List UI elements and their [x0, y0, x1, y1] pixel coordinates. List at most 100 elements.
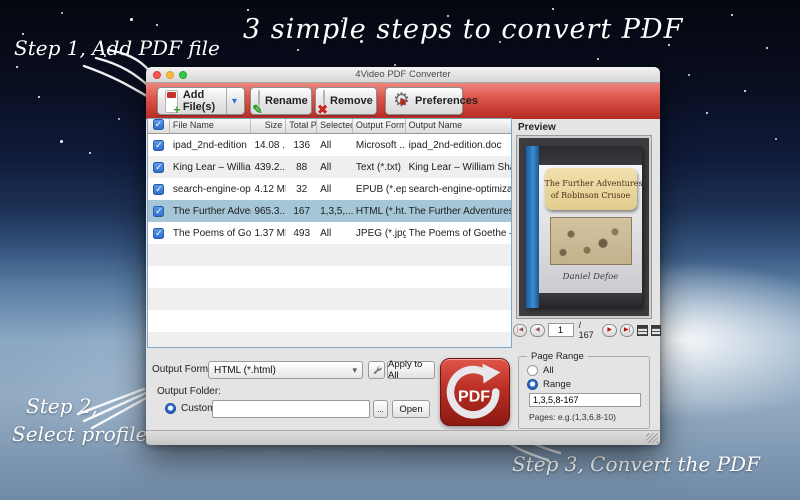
cell-size: 1.37 MB — [251, 228, 286, 239]
cell-format: Microsoft ... — [353, 140, 406, 151]
stars-bright — [0, 0, 3, 3]
header-checkbox-cell[interactable] — [148, 119, 170, 133]
preferences-button[interactable]: ⚙ Preferences — [385, 87, 463, 115]
table-row[interactable]: ipad_2nd-edition 14.08 ... 136 All Micro… — [148, 134, 511, 156]
page-range-group: Page Range All Range Pages: e.g.(1,3,6,8… — [518, 356, 650, 429]
cell-size: 965.3... — [251, 206, 286, 217]
gear-icon: ⚙ — [393, 90, 410, 112]
step2-annotation-line1: Step 2, — [26, 394, 98, 418]
wrench-icon — [371, 364, 383, 376]
cell-format: HTML (*.ht... — [353, 206, 406, 217]
preview-page: The Further Adventures of Robinson Cruso… — [526, 146, 642, 308]
pdf-file-rename-icon: ✎ — [258, 90, 260, 113]
page-layout-icon-1[interactable] — [637, 325, 648, 336]
cell-output: King Lear – William Shakes... — [406, 162, 511, 173]
row-checkbox[interactable] — [153, 228, 164, 239]
header-output-format[interactable]: Output Forma — [353, 119, 406, 133]
output-format-value: HTML (*.html) — [214, 365, 276, 376]
screenshot-stage: 3 simple steps to convert PDF Step 1, Ad… — [0, 0, 800, 500]
cell-pages: 88 — [286, 162, 317, 173]
page-range-range-option[interactable]: Range — [527, 379, 571, 390]
radio-all[interactable] — [527, 365, 538, 376]
table-header-row: File Name Size Total Pag Selected Output… — [148, 119, 511, 134]
cell-file-name: King Lear – William S... — [170, 162, 252, 173]
cell-format: JPEG (*.jpg) — [353, 228, 406, 239]
header-selected[interactable]: Selected — [317, 119, 353, 133]
preview-viewport: The Further Adventures of Robinson Cruso… — [517, 136, 651, 318]
page-range-all-option[interactable]: All — [527, 365, 554, 376]
cell-selected: All — [317, 228, 353, 239]
cross-icon: ✖ — [317, 103, 328, 116]
chevron-down-icon: ▾ — [232, 96, 237, 107]
remove-button[interactable]: ✖ Remove — [315, 87, 377, 115]
empty-row — [148, 288, 511, 310]
radio-range-label: Range — [543, 379, 571, 390]
page-range-input[interactable] — [529, 393, 641, 407]
pencil-icon: ✎ — [252, 103, 263, 116]
header-file-name[interactable]: File Name — [170, 119, 252, 133]
table-row[interactable]: King Lear – William S... 439.2... 88 All… — [148, 156, 511, 178]
book-author: Daniel Defoe — [563, 272, 619, 282]
cell-pages: 493 — [286, 228, 317, 239]
row-checkbox[interactable] — [153, 162, 164, 173]
add-files-button[interactable]: + Add File(s) ▾ — [157, 87, 245, 115]
row-checkbox[interactable] — [153, 206, 164, 217]
cell-output: ipad_2nd-edition.doc — [406, 140, 511, 151]
total-pages-label: / 167 — [579, 320, 598, 340]
cell-file-name: The Further Adventur... — [170, 206, 252, 217]
output-folder-input[interactable] — [212, 400, 370, 418]
plus-icon: + — [173, 103, 181, 116]
radio-range[interactable] — [527, 379, 538, 390]
radio-customize[interactable] — [165, 403, 176, 414]
output-format-dropdown[interactable]: HTML (*.html) ▾ — [208, 361, 363, 379]
step2-annotation-line2: Select profile — [12, 422, 147, 446]
cell-selected: 1,3,5,... — [317, 206, 353, 217]
empty-row — [148, 310, 511, 332]
header-total-pages[interactable]: Total Pag — [286, 119, 317, 133]
header-output-name[interactable]: Output Name — [406, 119, 511, 133]
page-range-legend: Page Range — [527, 351, 588, 362]
table-row[interactable]: search-engine-optim... 4.12 MB 32 All EP… — [148, 178, 511, 200]
cell-size: 439.2... — [251, 162, 286, 173]
header-size[interactable]: Size — [251, 119, 286, 133]
resize-grip[interactable] — [646, 433, 658, 443]
rename-label: Rename — [265, 95, 308, 107]
header-checkbox[interactable] — [153, 119, 164, 130]
headline-annotation: 3 simple steps to convert PDF — [243, 14, 683, 45]
cell-file-name: The Poems of Goethe ... — [170, 228, 252, 239]
pdf-file-remove-icon: ✖ — [323, 90, 325, 113]
cell-file-name: search-engine-optim... — [170, 184, 252, 195]
output-folder-label: Output Folder: — [157, 386, 221, 397]
file-table: File Name Size Total Pag Selected Output… — [147, 118, 512, 348]
cell-format: Text (*.txt) — [353, 162, 406, 173]
last-page-button[interactable]: ▶| — [620, 324, 634, 337]
browse-button[interactable]: ... — [373, 400, 388, 418]
add-files-dropdown[interactable]: ▾ — [226, 88, 237, 114]
step3-annotation: Step 3, Convert the PDF — [512, 452, 760, 476]
cell-output: search-engine-optimizatio... — [406, 184, 511, 195]
row-checkbox[interactable] — [153, 184, 164, 195]
book-title-line2: of Robinson Crusoe — [545, 191, 637, 200]
cell-selected: All — [317, 140, 353, 151]
open-folder-button[interactable]: Open — [392, 400, 430, 418]
first-page-button[interactable]: |◀ — [513, 324, 527, 337]
prev-page-button[interactable]: ◀ — [530, 324, 544, 337]
cell-selected: All — [317, 184, 353, 195]
table-row-selected[interactable]: The Further Adventur... 965.3... 167 1,3… — [148, 200, 511, 222]
table-row[interactable]: The Poems of Goethe ... 1.37 MB 493 All … — [148, 222, 511, 244]
empty-row — [148, 244, 511, 266]
convert-button[interactable]: PDF — [440, 358, 510, 426]
cell-pages: 136 — [286, 140, 317, 151]
apply-to-all-button[interactable]: Apply to All — [387, 361, 435, 379]
rename-button[interactable]: ✎ Rename — [250, 87, 312, 115]
format-settings-button[interactable] — [368, 361, 385, 379]
preview-navigation: |◀ ◀ / 167 ▶ ▶| — [513, 322, 661, 338]
page-layout-icon-2[interactable] — [651, 325, 662, 336]
title-bar[interactable]: 4Video PDF Converter — [146, 67, 660, 83]
cell-pages: 167 — [286, 206, 317, 217]
next-page-button[interactable]: ▶ — [602, 324, 616, 337]
preferences-label: Preferences — [415, 95, 478, 107]
preview-label: Preview — [518, 122, 556, 133]
row-checkbox[interactable] — [153, 140, 164, 151]
current-page-input[interactable] — [548, 323, 574, 337]
